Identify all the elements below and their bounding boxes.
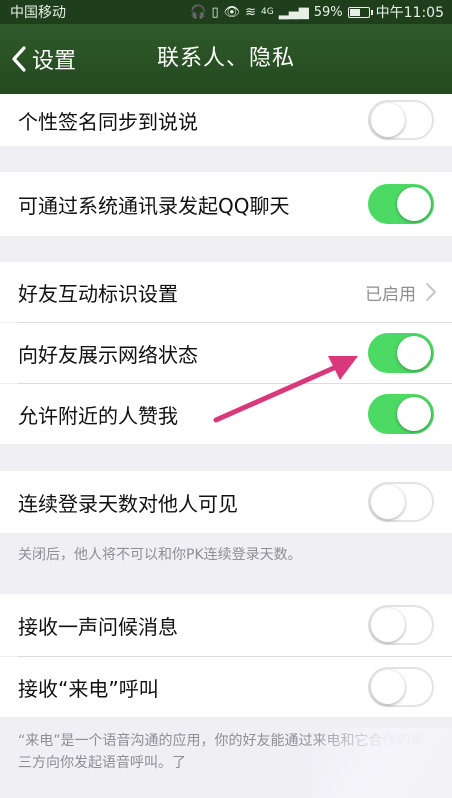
toggle-knob — [371, 608, 405, 642]
row-greeting: 接收一声问候消息 — [0, 594, 452, 656]
login-days-note: 关闭后，他人将不可以和你PK连续登录天数。 — [18, 547, 302, 563]
toggle-knob — [397, 336, 431, 370]
toggle-knob — [371, 485, 405, 519]
vibrate-icon: ▯ — [211, 4, 219, 20]
toggle-knob — [397, 187, 431, 221]
chevron-right-icon — [425, 282, 437, 302]
signal-type-label: 4G — [261, 7, 274, 17]
status-right: 🎧 ▯ 👁 ≋ 4G ▂▄▆ 59% 中午11:05 — [190, 2, 444, 22]
row-nearby-like: 允许附近的人赞我 — [0, 384, 452, 444]
friend-interaction-value: 已启用 — [365, 284, 416, 305]
signal-icon: ▂▄▆ — [278, 4, 309, 20]
eye-icon: 👁 — [223, 4, 241, 20]
wifi-icon: ≋ — [245, 4, 257, 20]
row-login-days: 连续登录天数对他人可见 — [0, 471, 452, 533]
headphones-icon: 🎧 — [190, 4, 207, 20]
battery-percent: 59% — [313, 4, 343, 20]
page-title: 联系人、隐私 — [156, 46, 295, 71]
row-label: 允许附近的人赞我 — [18, 403, 178, 428]
clock-label: 中午11:05 — [375, 5, 444, 21]
row-label: 个性签名同步到说说 — [18, 109, 198, 134]
row-label: 可通过系统通讯录发起QQ聊天 — [18, 193, 290, 218]
row-label: 接收一声问候消息 — [18, 614, 178, 639]
row-label: 连续登录天数对他人可见 — [18, 491, 238, 516]
row-signature-sync: 个性签名同步到说说 — [0, 94, 452, 146]
row-system-contacts: 可通过系统通讯录发起QQ聊天 — [0, 172, 452, 236]
greeting-toggle[interactable] — [368, 605, 434, 645]
blur-overlay — [312, 728, 452, 798]
toggle-knob — [371, 103, 405, 137]
system-contacts-toggle[interactable] — [368, 184, 434, 224]
toggle-knob — [397, 397, 431, 431]
row-label: 接收“来电”呼叫 — [18, 676, 159, 701]
row-friend-interaction[interactable]: 好友互动标识设置 已启用 — [0, 262, 452, 322]
row-label: 好友互动标识设置 — [18, 281, 178, 306]
status-icons: 🎧 ▯ 👁 ≋ 4G ▂▄▆ 59% — [190, 4, 373, 20]
row-label: 向好友展示网络状态 — [18, 342, 198, 367]
carrier-label: 中国移动 — [10, 5, 66, 21]
network-status-toggle[interactable] — [368, 333, 434, 373]
navigation-bar: 设置 联系人、隐私 — [0, 24, 452, 94]
nearby-like-toggle[interactable] — [368, 394, 434, 434]
battery-icon — [347, 6, 373, 18]
login-days-toggle[interactable] — [368, 482, 434, 522]
laidian-toggle[interactable] — [368, 667, 434, 707]
toggle-knob — [371, 670, 405, 704]
row-network-status: 向好友展示网络状态 — [0, 323, 452, 383]
row-laidian: 接收“来电”呼叫 — [0, 657, 452, 717]
status-bar: 中国移动 🎧 ▯ 👁 ≋ 4G ▂▄▆ 59% 中午11:05 — [0, 0, 452, 24]
signature-sync-toggle[interactable] — [368, 100, 434, 140]
